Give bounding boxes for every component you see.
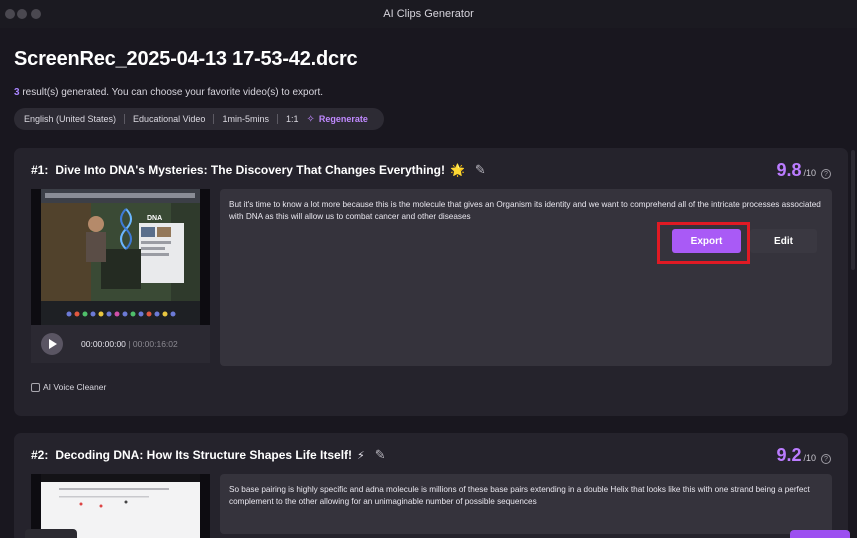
score-value: 9.2 <box>776 445 802 465</box>
regenerate-button[interactable]: ✧ Regenerate <box>306 114 367 125</box>
tag-divider <box>213 114 215 124</box>
score-value: 9.8 <box>776 160 802 180</box>
video-preview-1[interactable]: DNA <box>31 189 210 325</box>
tag-category: Educational Video <box>133 114 206 124</box>
transcript-box[interactable]: So base pairing is highly specific and a… <box>220 474 832 534</box>
scrollbar-thumb[interactable] <box>851 150 855 270</box>
export-button[interactable]: Export <box>672 229 741 253</box>
score-max: /10 <box>803 168 816 178</box>
clip-title-text: Decoding DNA: How Its Structure Shapes L… <box>55 448 353 462</box>
clip-title-text: Dive Into DNA's Mysteries: The Discovery… <box>55 163 445 177</box>
bottom-right-button[interactable] <box>790 530 850 538</box>
window-title: AI Clips Generator <box>383 8 474 20</box>
tag-divider <box>124 114 126 124</box>
star-emoji: 🌟 <box>449 163 465 177</box>
tag-duration: 1min-5mins <box>222 114 269 124</box>
video-thumbnail: DNA <box>41 189 200 325</box>
play-icon <box>49 339 57 349</box>
help-circle-icon[interactable]: ? <box>821 454 831 464</box>
time-current: 00:00:00:00 <box>81 339 126 349</box>
voice-cleaner-label: AI Voice Cleaner <box>43 382 107 392</box>
voice-cleaner-checkbox[interactable] <box>31 382 40 392</box>
result-summary: 3 result(s) generated. You can choose yo… <box>14 87 323 98</box>
time-total: 00:00:16:02 <box>132 339 178 349</box>
tag-ratio: 1:1 <box>285 114 299 124</box>
sparkle-icon: ✧ <box>306 113 315 125</box>
file-title: ScreenRec_2025-04-13 17-53-42.dcrc <box>14 48 358 70</box>
score-max: /10 <box>803 453 816 463</box>
clip-number: #2: <box>31 448 49 462</box>
clip-score-1: 9.8 /10 ? <box>776 160 831 181</box>
thumbnail-dna-label: DNA <box>147 215 162 222</box>
clip-score-2: 9.2 /10 ? <box>776 445 831 466</box>
clip-number: #1: <box>31 163 49 177</box>
help-circle-icon[interactable]: ? <box>821 169 831 179</box>
clip-title-2: #2: Decoding DNA: How Its Structure Shap… <box>31 447 386 463</box>
lightning-emoji: ⚡ <box>357 449 365 462</box>
play-button[interactable] <box>41 333 63 355</box>
regenerate-label: Regenerate <box>318 114 368 124</box>
tag-language: English (United States) <box>24 114 117 124</box>
pencil-icon[interactable]: ✎ <box>475 162 486 178</box>
settings-tag-bar: English (United States) Educational Vide… <box>14 108 384 130</box>
transcript-box[interactable]: But it's time to know a lot more because… <box>220 189 832 366</box>
clip-title-1: #1: Dive Into DNA's Mysteries: The Disco… <box>31 162 486 178</box>
window-titlebar: AI Clips Generator <box>0 0 857 28</box>
voice-cleaner-option[interactable]: AI Voice Cleaner <box>31 382 106 392</box>
pencil-icon[interactable]: ✎ <box>375 447 386 463</box>
bottom-left-control[interactable] <box>25 529 77 538</box>
video-time: 00:00:00:00 | 00:00:16:02 <box>81 339 178 349</box>
clip-card-2: #2: Decoding DNA: How Its Structure Shap… <box>14 433 848 538</box>
video-controls: 00:00:00:00 | 00:00:16:02 <box>31 325 210 363</box>
clip-card-1: #1: Dive Into DNA's Mysteries: The Disco… <box>14 148 848 416</box>
edit-button[interactable]: Edit <box>750 229 817 253</box>
result-text: result(s) generated. You can choose your… <box>19 87 324 98</box>
tag-divider <box>276 114 278 124</box>
